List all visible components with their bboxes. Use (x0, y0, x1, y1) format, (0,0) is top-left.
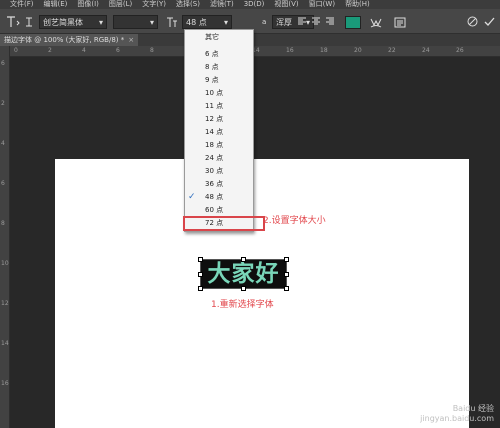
antialias-icon: a (262, 18, 267, 26)
menu-3d[interactable]: 3D(D) (244, 0, 265, 9)
menu-help[interactable]: 帮助(H) (345, 0, 370, 9)
ruler-tick-label: 6 (1, 180, 5, 187)
menu-file[interactable]: 文件(F) (10, 0, 34, 9)
align-right-icon[interactable] (325, 16, 335, 30)
transform-handle[interactable] (284, 257, 289, 262)
menu-filter[interactable]: 滤镜(T) (210, 0, 234, 9)
ruler-tick-label: 8 (150, 47, 154, 54)
close-icon[interactable]: × (128, 36, 134, 44)
menu-edit[interactable]: 编辑(E) (44, 0, 68, 9)
text-layer[interactable]: 大家好 (200, 259, 287, 289)
font-size-select[interactable]: 48 点 ▾ (182, 15, 232, 29)
ruler-tick-label: 18 (320, 47, 328, 54)
menu-image[interactable]: 图像(I) (77, 0, 99, 9)
menu-layer[interactable]: 图层(L) (109, 0, 132, 9)
ruler-tick-label: 14 (1, 340, 9, 347)
font-family-select[interactable]: 创艺简黑体 ▾ (39, 15, 107, 29)
menu-item-other[interactable]: 其它 (185, 31, 253, 44)
menu-item-12[interactable]: 12 点 (185, 113, 253, 126)
text-color-swatch[interactable] (345, 16, 361, 29)
ruler-tick-label: 22 (388, 47, 396, 54)
transform-handle[interactable] (198, 257, 203, 262)
chevron-down-icon: ▾ (223, 18, 228, 27)
transform-handle[interactable] (241, 286, 246, 291)
ruler-tick-label: 10 (1, 260, 9, 267)
ruler-tick-label: 4 (1, 140, 5, 147)
ruler-tick-label: 12 (1, 300, 9, 307)
transform-handle[interactable] (198, 286, 203, 291)
ruler-horizontal: 0 2 4 6 8 10 12 14 16 18 20 22 24 26 (10, 46, 500, 57)
menu-item-36[interactable]: 36 点 (185, 178, 253, 191)
menu-item-11[interactable]: 11 点 (185, 100, 253, 113)
menu-item-30[interactable]: 30 点 (185, 165, 253, 178)
menu-bar: 文件(F) 编辑(E) 图像(I) 图层(L) 文字(Y) 选择(S) 滤镜(T) 3D(D)… (0, 0, 500, 9)
highlight-box (183, 216, 265, 231)
ruler-tick-label: 2 (1, 100, 5, 107)
antialias-select[interactable]: 浑厚 ▾ (272, 15, 314, 29)
menu-item-10[interactable]: 10 点 (185, 87, 253, 100)
document-canvas[interactable] (55, 159, 469, 428)
ruler-tick-label: 16 (286, 47, 294, 54)
ruler-tick-label: 20 (354, 47, 362, 54)
ruler-tick-label: 0 (14, 47, 18, 54)
menu-item-14[interactable]: 14 点 (185, 126, 253, 139)
ruler-tick-label: 24 (422, 47, 430, 54)
ruler-vertical: 6 2 4 6 8 10 12 14 16 (0, 46, 10, 428)
orientation-toggle-icon[interactable] (24, 16, 34, 32)
menu-item-24[interactable]: 24 点 (185, 152, 253, 165)
ruler-tick-label: 6 (1, 60, 5, 67)
font-size-value: 48 点 (186, 18, 207, 27)
ruler-tick-label: 8 (1, 220, 5, 227)
menu-item-48[interactable]: ✓ 48 点 (185, 191, 253, 204)
font-family-value: 创艺简黑体 (43, 18, 83, 27)
menu-window[interactable]: 窗口(W) (309, 0, 335, 9)
font-size-menu: 其它 6 点 8 点 9 点 10 点 11 点 12 点 14 点 18 点 … (184, 29, 254, 232)
annotation-step2: 2.设置字体大小 (263, 216, 326, 226)
menu-item-9[interactable]: 9 点 (185, 74, 253, 87)
checkmark-icon: ✓ (188, 192, 196, 202)
chevron-down-icon: ▾ (98, 18, 103, 27)
align-center-icon[interactable] (311, 16, 321, 30)
ruler-tick-label: 2 (48, 47, 52, 54)
type-tool-icon[interactable] (5, 16, 21, 32)
cancel-icon[interactable] (467, 16, 478, 31)
antialias-value: 浑厚 (276, 18, 292, 27)
warp-text-icon[interactable] (370, 16, 382, 32)
document-tab[interactable]: 描边字体 @ 100% (大家好, RGB/8) * × (0, 34, 139, 46)
transform-handle[interactable] (241, 257, 246, 262)
font-size-icon (166, 16, 178, 32)
menu-select[interactable]: 选择(S) (176, 0, 200, 9)
menu-item-6[interactable]: 6 点 (185, 48, 253, 61)
transform-handle[interactable] (198, 272, 203, 277)
ruler-tick-label: 4 (82, 47, 86, 54)
watermark-url: jingyan.baidu.com (420, 414, 494, 423)
ruler-tick-label: 26 (456, 47, 464, 54)
menu-item-8[interactable]: 8 点 (185, 61, 253, 74)
ruler-tick-label: 6 (116, 47, 120, 54)
watermark-brand: Baidu 经验 (452, 404, 494, 413)
align-left-icon[interactable] (297, 16, 307, 30)
commit-check-icon[interactable] (484, 16, 495, 31)
menu-type[interactable]: 文字(Y) (142, 0, 166, 9)
menu-item-18[interactable]: 18 点 (185, 139, 253, 152)
annotation-step1: 1.重新选择字体 (211, 300, 274, 310)
character-panel-icon[interactable] (394, 16, 406, 32)
document-tab-title: 描边字体 @ 100% (大家好, RGB/8) * (4, 36, 125, 44)
menu-view[interactable]: 视图(V) (274, 0, 298, 9)
ruler-tick-label: 16 (1, 380, 9, 387)
transform-handle[interactable] (284, 286, 289, 291)
transform-handle[interactable] (284, 272, 289, 277)
font-style-select[interactable]: ▾ (113, 15, 158, 29)
watermark: Baidu 经验 jingyan.baidu.com (420, 404, 494, 424)
menu-item-label: 48 点 (205, 193, 224, 201)
chevron-down-icon: ▾ (149, 18, 154, 27)
